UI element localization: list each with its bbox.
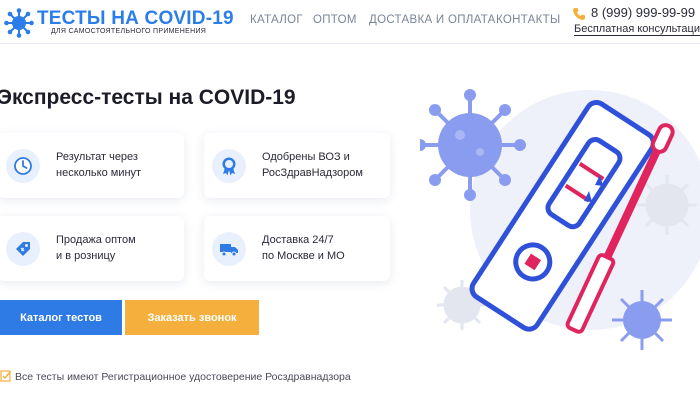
- medal-icon: [212, 149, 246, 183]
- feature-card-sale: Продажа оптом и в розницу: [0, 216, 184, 281]
- nav-item-wholesale[interactable]: ОПТОМ: [313, 14, 357, 26]
- registration-note: Все тесты имеют Регистрационное удостове…: [15, 371, 351, 383]
- order-call-button[interactable]: Заказать звонок: [125, 300, 259, 335]
- certificate-check-icon: [0, 370, 11, 382]
- feature-card-result: Результат через несколько минут: [0, 133, 184, 198]
- nav-item-catalog[interactable]: КАТАЛОГ: [250, 14, 303, 26]
- free-consultation-link[interactable]: Бесплатная консультация: [574, 23, 700, 36]
- nav-item-contacts[interactable]: КОНТАКТЫ: [496, 14, 560, 26]
- feature-text-line2: и в розницу: [56, 250, 116, 262]
- feature-text-line2: РосЗдравНадзором: [262, 167, 363, 179]
- truck-icon: [212, 232, 246, 266]
- feature-card-delivery: Доставка 24/7 по Москве и МО: [204, 216, 390, 281]
- feature-text-line1: Продажа оптом: [56, 234, 136, 246]
- site-header: ТЕСТЫ НА COVID-19 ДЛЯ САМОСТОЯТЕЛЬНОГО П…: [0, 0, 700, 44]
- nav-item-delivery-payment[interactable]: ДОСТАВКА И ОПЛАТА: [369, 14, 496, 26]
- phone-number[interactable]: 8 (999) 999-99-99: [591, 5, 695, 20]
- feature-text-line1: Доставка 24/7: [262, 234, 334, 246]
- feature-text-line1: Результат через: [56, 151, 138, 163]
- catalog-button[interactable]: Каталог тестов: [0, 300, 122, 335]
- feature-text-line2: несколько минут: [56, 167, 142, 179]
- price-tag-icon: [6, 232, 40, 266]
- feature-card-approved: Одобрены ВОЗ и РосЗдравНадзором: [204, 133, 390, 198]
- phone-icon: [573, 8, 585, 20]
- page-title: Экспресс-тесты на COVID-19: [0, 86, 296, 109]
- clock-icon: [6, 149, 40, 183]
- covid-test-illustration: [420, 89, 700, 350]
- feature-text-line2: по Москве и МО: [262, 250, 345, 262]
- feature-text-line1: Одобрены ВОЗ и: [262, 151, 350, 163]
- main-nav: КАТАЛОГ ОПТОМ ДОСТАВКА И ОПЛАТА КОНТАКТЫ: [0, 14, 560, 30]
